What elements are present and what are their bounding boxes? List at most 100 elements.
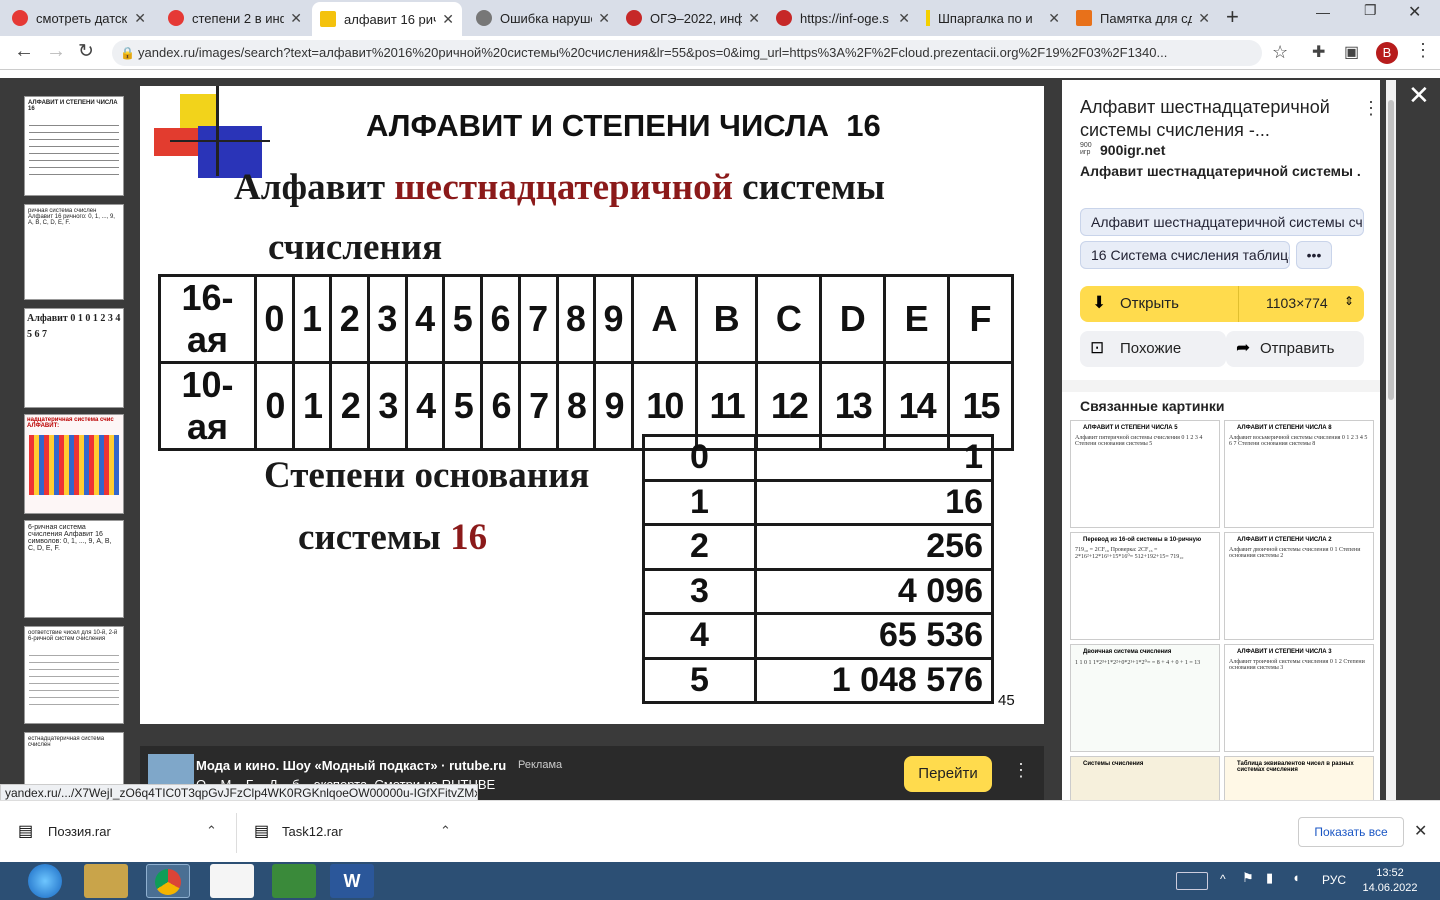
tab-title: алфавит 16 рич (344, 11, 437, 27)
chrome-icon[interactable] (146, 864, 190, 898)
language-indicator[interactable]: РУС (1322, 873, 1346, 887)
power-row: 51 048 576 (642, 656, 994, 704)
show-all-button[interactable]: Показать все (1298, 817, 1404, 847)
extensions-icon[interactable]: ✚ (1312, 42, 1325, 62)
more-chips-button[interactable]: ••• (1296, 241, 1332, 269)
ad-menu-icon[interactable]: ⋮ (1012, 760, 1030, 781)
related-image-body: Алфавит троичной системы счисления 0 1 2… (1229, 659, 1365, 671)
slide-subtitle: Алфавит шестнадцатеричной системы (234, 167, 886, 208)
keyboard-icon[interactable] (1176, 872, 1208, 890)
close-viewer-icon[interactable]: ✕ (1408, 80, 1430, 111)
tab-6[interactable]: https://inf-oge.s ✕ (768, 4, 918, 32)
download-item-2[interactable]: ▤ Task12.rar ⌃ (250, 821, 470, 845)
similar-button[interactable]: ⊡ Похожие (1080, 331, 1226, 367)
tab-3-active[interactable]: алфавит 16 рич ✕ (312, 2, 462, 36)
related-image-title: АЛФАВИТ И СТЕПЕНИ ЧИСЛА 8 (1237, 425, 1332, 431)
close-window-icon[interactable]: ✕ (1408, 2, 1421, 22)
related-image[interactable]: АЛФАВИТ И СТЕПЕНИ ЧИСЛА 2 Алфавит двоично… (1224, 532, 1374, 640)
related-image[interactable]: АЛФАВИТ И СТЕПЕНИ ЧИСЛА 8 Алфавит восьмер… (1224, 420, 1374, 528)
site-link[interactable]: 900igr.net (1100, 142, 1165, 158)
slide-thumb-1[interactable]: АЛФАВИТ И СТЕПЕНИ ЧИСЛА 16 (24, 96, 124, 196)
related-image[interactable]: Двоичная система счисления 1 1 0 1 1*2³+1… (1070, 644, 1220, 752)
image-title[interactable]: Алфавит шестнадцатеричной системы счисле… (1080, 96, 1350, 142)
related-image[interactable]: АЛФАВИТ И СТЕПЕНИ ЧИСЛА 5 Алфавит пятерич… (1070, 420, 1220, 528)
close-tab-icon[interactable]: ✕ (290, 10, 302, 27)
dec-value-cell: 0 (254, 361, 295, 451)
star-icon[interactable]: ☆ (1272, 42, 1288, 63)
size-select[interactable]: 1103×774 (1266, 295, 1328, 311)
chevron-up-icon[interactable]: ⌃ (440, 823, 451, 839)
close-tab-icon[interactable]: ✕ (442, 11, 454, 28)
word-icon[interactable]: W (330, 864, 374, 898)
tab-4[interactable]: Ошибка наруше ✕ (468, 4, 618, 32)
slide-thumb-6[interactable]: оответствие чисел для 10-й, 2-й 6-ричной… (24, 626, 124, 724)
chevron-up-icon[interactable]: ⌃ (206, 823, 217, 839)
back-icon[interactable]: ← (14, 40, 34, 63)
paint-icon[interactable] (210, 864, 254, 898)
slide-thumb-7[interactable]: естнадцатеричная система счислен (24, 732, 124, 792)
exponent-cell: 4 (642, 612, 757, 660)
tab-title: степени 2 в инф (192, 10, 285, 26)
download-name: Поэзия.rar (48, 824, 111, 839)
panel-separator (1062, 380, 1380, 392)
slide-thumb-4[interactable]: надцатеричная система счис АЛФАВИТ: (24, 414, 124, 514)
close-tab-icon[interactable]: ✕ (748, 10, 760, 27)
slide-title: АЛФАВИТ И СТЕПЕНИ ЧИСЛА 16 (366, 108, 881, 143)
ad-title[interactable]: Мода и кино. Шоу «Модный подкаст» · rutu… (196, 758, 506, 773)
close-downloads-icon[interactable]: ✕ (1414, 821, 1427, 841)
hex-digit-cell: 3 (367, 274, 408, 364)
minimize-icon[interactable]: — (1316, 4, 1330, 20)
slide-page-number: 45 (998, 692, 1015, 709)
tray-chevron-icon[interactable]: ^ (1220, 872, 1226, 886)
share-button[interactable]: ➦ Отправить (1226, 331, 1364, 367)
sidebar-icon[interactable]: ▣ (1344, 42, 1359, 62)
open-button[interactable]: ⬇ Открыть 1103×774 ⇕ (1080, 286, 1364, 322)
hex-digit-cell: 0 (254, 274, 295, 364)
slide-thumb-5[interactable]: 6-ричная система счисления Алфавит 16 си… (24, 520, 124, 618)
more-options-icon[interactable]: ⋮ (1362, 98, 1380, 119)
volume-icon[interactable]: ◖ (1292, 870, 1300, 885)
size-dropdown-icon[interactable]: ⇕ (1344, 294, 1354, 308)
tab-1[interactable]: смотреть датск ✕ (4, 4, 154, 32)
address-bar[interactable]: 🔒 yandex.ru/images/search?text=алфавит%2… (112, 40, 1262, 66)
forward-icon[interactable]: → (46, 40, 66, 63)
explorer-icon[interactable] (84, 864, 128, 898)
tab-5[interactable]: ОГЭ–2022, инф ✕ (618, 4, 768, 32)
url-text: yandex.ru/images/search?text=алфавит%201… (138, 45, 1168, 60)
tab-2[interactable]: степени 2 в инф ✕ (160, 4, 310, 32)
hex-digit-cell: E (883, 274, 951, 364)
exponent-cell: 1 (642, 478, 757, 526)
related-image[interactable]: Перевод из 16-ой системы в 10-ричную 719₁… (1070, 532, 1220, 640)
close-tab-icon[interactable]: ✕ (134, 10, 146, 27)
close-tab-icon[interactable]: ✕ (598, 10, 610, 27)
ad-tag: Реклама (518, 759, 563, 771)
new-tab-icon[interactable]: + (1226, 4, 1239, 30)
close-tab-icon[interactable]: ✕ (1198, 10, 1210, 27)
related-image[interactable]: АЛФАВИТ И СТЕПЕНИ ЧИСЛА 3 Алфавит троично… (1224, 644, 1374, 752)
download-item-1[interactable]: ▤ Поэзия.rar ⌃ (14, 821, 234, 845)
slide-subtitle-line2: счисления (268, 227, 443, 268)
query-chip-2[interactable]: 16 Система счисления таблица (1080, 241, 1290, 269)
profile-avatar[interactable]: В (1376, 42, 1398, 64)
start-orb-icon[interactable] (28, 864, 62, 898)
related-image-title: Системы счисления (1083, 761, 1144, 767)
menu-icon[interactable]: ⋮ (1414, 40, 1432, 61)
slide-thumb-2[interactable]: ричная система счислен Алфавит 16 ричног… (24, 204, 124, 300)
dec-value-cell: 4 (404, 361, 446, 451)
tab-8[interactable]: Памятка для сд ✕ (1068, 4, 1218, 32)
flag-icon[interactable]: ⚑ (1242, 870, 1254, 886)
site-logo-badge: 900 игр (1080, 142, 1092, 156)
messenger-icon[interactable] (272, 864, 316, 898)
query-chip-1[interactable]: Алфавит шестнадцатеричной системы сч... (1080, 208, 1364, 236)
slide-thumb-3[interactable]: Алфавит 0 1 0 1 2 3 4 5 6 7 (24, 308, 124, 408)
restore-icon[interactable]: ❐ (1364, 2, 1377, 19)
powers-title: Степени основания (264, 455, 590, 496)
tab-7[interactable]: Шпаргалка по и ✕ (918, 4, 1068, 32)
close-tab-icon[interactable]: ✕ (1048, 10, 1060, 27)
clock[interactable]: 13:52 14.06.2022 (1360, 866, 1420, 896)
close-tab-icon[interactable]: ✕ (898, 10, 910, 27)
ad-go-button[interactable]: Перейти (904, 756, 992, 792)
panel-scrollbar[interactable] (1386, 80, 1396, 800)
reload-icon[interactable]: ↻ (78, 40, 94, 63)
network-icon[interactable]: ▮ (1266, 870, 1273, 886)
